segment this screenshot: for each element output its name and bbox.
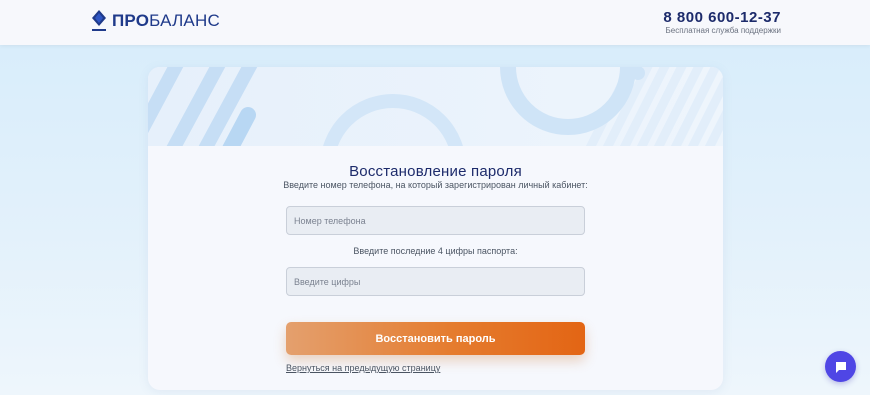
support-contact: 8 800 600-12-37 Бесплатная служба поддер… xyxy=(663,10,781,35)
phone-input[interactable] xyxy=(286,206,585,235)
back-link[interactable]: Вернуться на предыдущую страницу xyxy=(286,363,440,373)
site-header: ПРОБАЛАНС 8 800 600-12-37 Бесплатная слу… xyxy=(0,0,870,45)
phone-instruction: Введите номер телефона, на который зарег… xyxy=(283,180,588,190)
logo-text-bold: ПРО xyxy=(112,11,150,30)
page-title: Восстановление пароля xyxy=(349,163,522,180)
logo-text: ПРОБАЛАНС xyxy=(112,11,220,31)
chat-button[interactable] xyxy=(825,351,856,382)
passport-instruction: Введите последние 4 цифры паспорта: xyxy=(353,246,518,256)
decorative-banner xyxy=(148,67,723,240)
logo-text-light: БАЛАНС xyxy=(149,11,220,30)
logo[interactable]: ПРОБАЛАНС xyxy=(90,9,220,33)
support-caption: Бесплатная служба поддержки xyxy=(665,26,782,35)
restore-password-button[interactable]: Восстановить пароль xyxy=(286,322,585,355)
chat-bubble-icon xyxy=(835,361,846,373)
diamond-logo-icon xyxy=(90,9,108,33)
password-recovery-card: Восстановление пароля Введите номер теле… xyxy=(148,67,723,390)
passport-digits-input[interactable] xyxy=(286,267,585,296)
support-phone[interactable]: 8 800 600-12-37 xyxy=(663,10,781,25)
